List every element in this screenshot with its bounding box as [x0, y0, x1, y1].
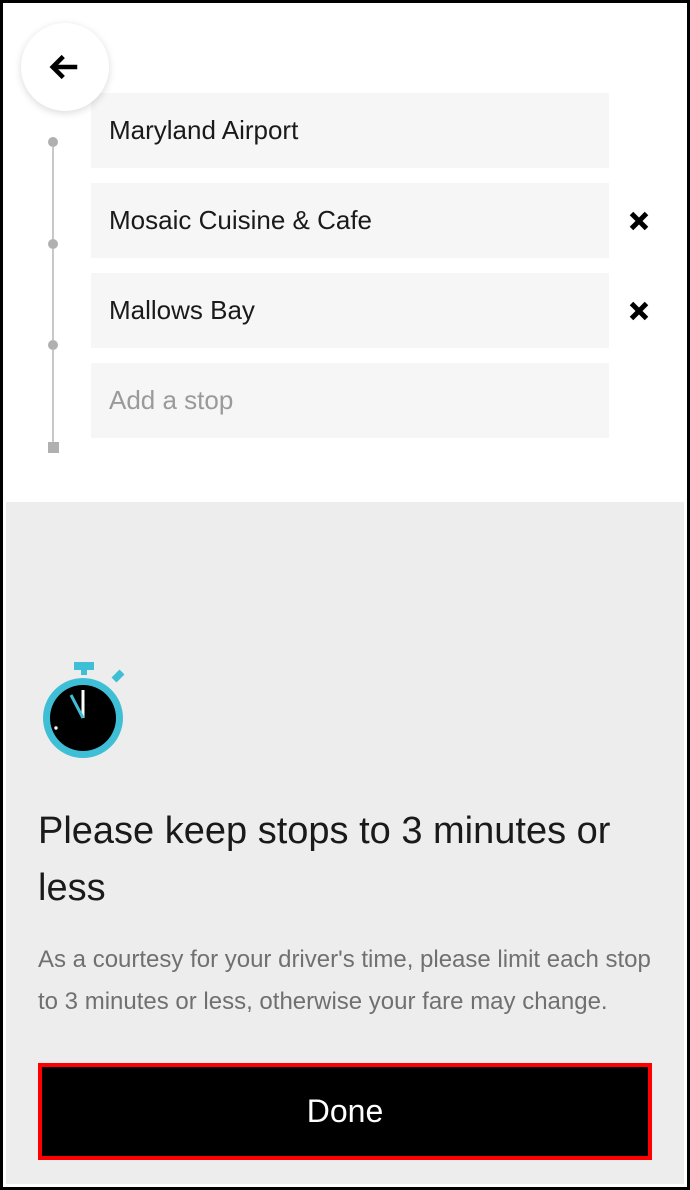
add-stop-input[interactable]: Add a stop — [91, 363, 609, 438]
stop-input[interactable]: Mosaic Cuisine & Cafe — [91, 183, 609, 258]
sheet-body-text: As a courtesy for your driver's time, pl… — [38, 939, 652, 1023]
remove-stop-button[interactable] — [617, 206, 661, 236]
sheet-title: Please keep stops to 3 minutes or less — [38, 803, 652, 917]
timeline-connector — [52, 249, 54, 341]
stop-row: Maryland Airport — [91, 93, 661, 168]
remove-stop-button[interactable] — [617, 296, 661, 326]
stop-row: Mallows Bay — [91, 273, 661, 348]
stop-input[interactable]: Mallows Bay — [91, 273, 609, 348]
stop-row: Add a stop — [91, 363, 661, 438]
timeline-dot-icon — [48, 239, 58, 249]
timeline-connector — [52, 147, 54, 239]
stop-row: Mosaic Cuisine & Cafe — [91, 183, 661, 258]
arrow-left-icon — [44, 46, 86, 88]
timeline-connector — [52, 350, 54, 442]
close-icon — [624, 296, 654, 326]
timeline-dot-icon — [48, 137, 58, 147]
stopwatch-icon — [38, 662, 652, 767]
done-button[interactable]: Done — [38, 1063, 652, 1160]
timeline-end-icon — [48, 442, 59, 453]
stops-editor-panel: Maryland Airport Mosaic Cuisine & Cafe M… — [3, 3, 687, 483]
stops-info-sheet: Please keep stops to 3 minutes or less A… — [6, 502, 684, 1184]
close-icon — [624, 206, 654, 236]
stops-timeline — [33, 93, 73, 453]
timeline-dot-icon — [48, 340, 58, 350]
stops-list: Maryland Airport Mosaic Cuisine & Cafe M… — [91, 93, 661, 453]
back-button[interactable] — [21, 23, 109, 111]
stop-input[interactable]: Maryland Airport — [91, 93, 609, 168]
